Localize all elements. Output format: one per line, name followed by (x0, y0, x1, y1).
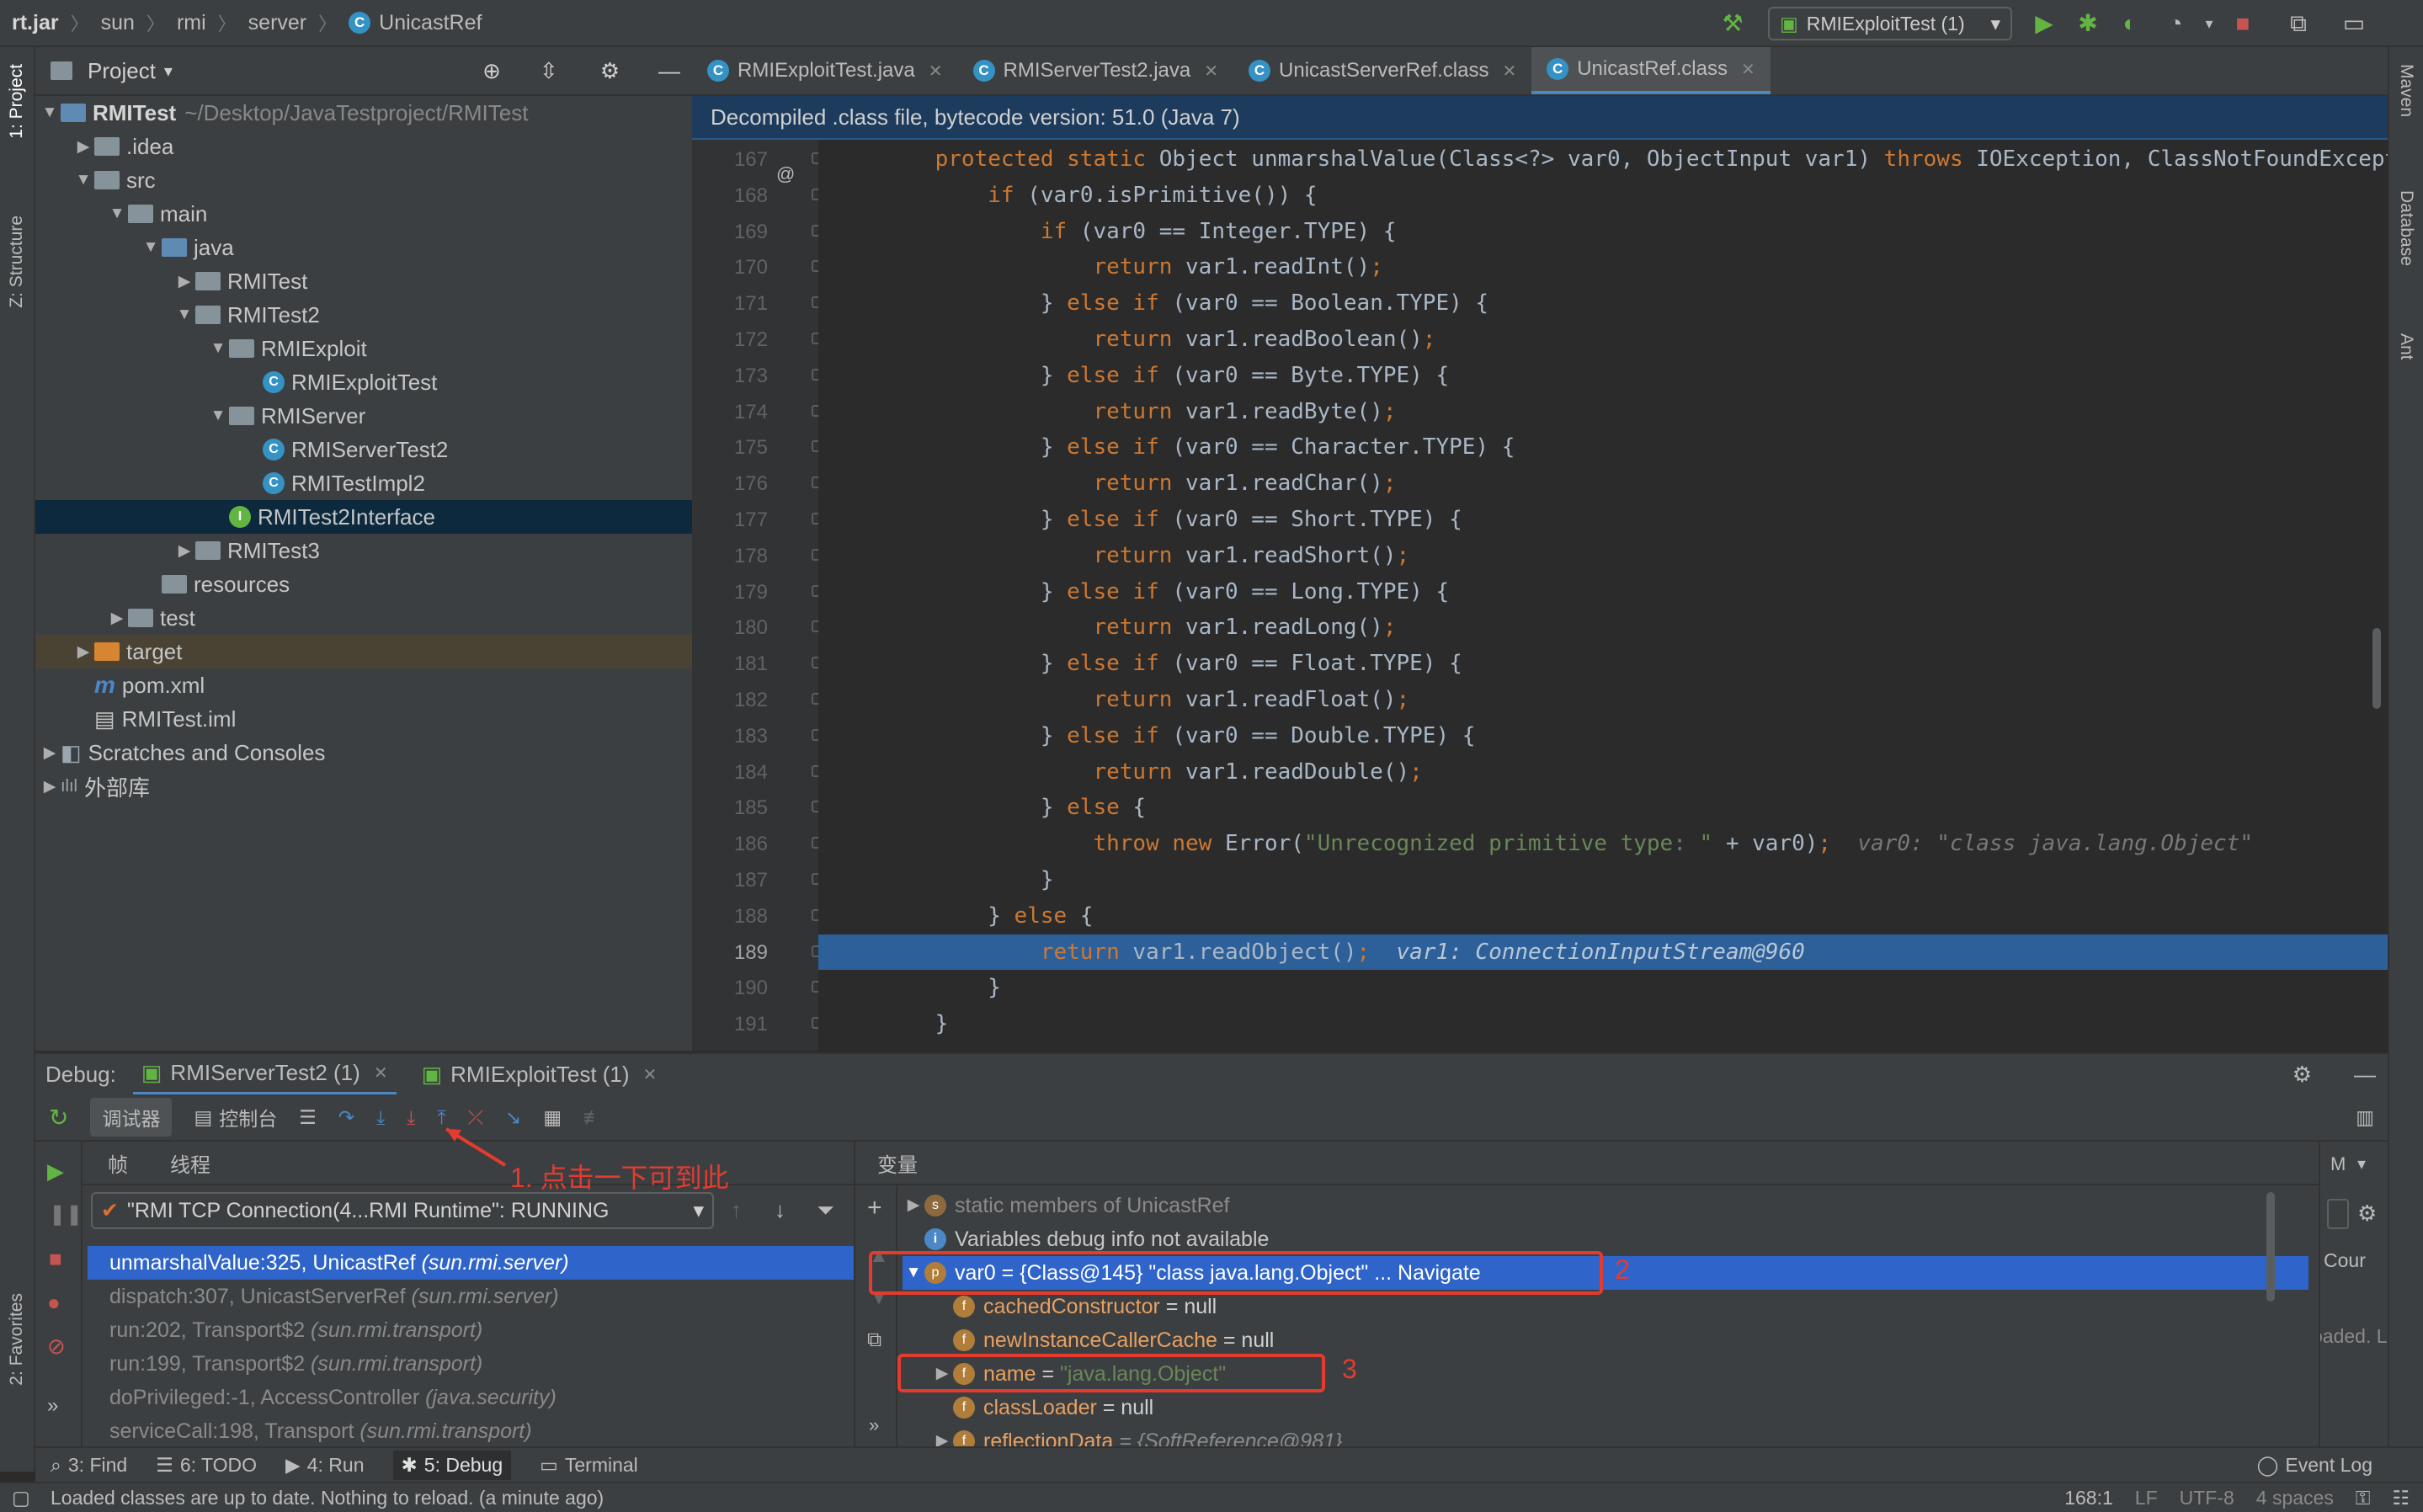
status-message: Loaded classes are up to date. Nothing t… (51, 1486, 604, 1509)
debug-bug-icon: ✱ (401, 1453, 418, 1476)
tool-tab-terminal[interactable]: ▭ Terminal (540, 1454, 638, 1477)
tool-tab-run[interactable]: ▶ 4: Run (285, 1454, 364, 1477)
list-icon: ☰ (156, 1453, 173, 1476)
window-icon[interactable]: ▢ (12, 1487, 30, 1509)
tool-tab-todo[interactable]: ☰ 6: TODO (156, 1454, 257, 1477)
bottom-tool-bar: ⌕ 3: Find ☰ 6: TODO ▶ 4: Run ✱ 5: Debug ▭ Ter… (35, 1446, 2423, 1482)
indent-setting[interactable]: 4 spaces (2256, 1487, 2334, 1509)
caret-position[interactable]: 168:1 (2064, 1487, 2113, 1509)
notifications-icon[interactable]: ☷ (2392, 1487, 2410, 1509)
lock-icon[interactable]: ⚿ (2356, 1487, 2371, 1509)
status-bar: ▢ Loaded classes are up to date. Nothing… (0, 1482, 2423, 1512)
tool-tab-debug[interactable]: ✱ 5: Debug (392, 1450, 512, 1480)
search-icon: ⌕ (51, 1453, 61, 1476)
annotation-box-var0 (869, 1251, 1603, 1295)
event-log-button[interactable]: ◯ Event Log (2257, 1454, 2372, 1477)
terminal-icon: ▭ (540, 1453, 558, 1476)
annotation-step-into: 1. 点击一下可到此 (510, 1163, 729, 1193)
file-encoding[interactable]: UTF-8 (2180, 1487, 2234, 1509)
run-icon: ▶ (285, 1453, 301, 1476)
line-separator[interactable]: LF (2135, 1487, 2158, 1509)
annotation-number-2: 2 (1615, 1254, 1630, 1285)
speech-bubble-icon: ◯ (2256, 1453, 2279, 1476)
annotation-number-3: 3 (1342, 1354, 1357, 1384)
annotation-box-name (897, 1354, 1325, 1392)
tool-tab-find[interactable]: ⌕ 3: Find (51, 1454, 127, 1477)
